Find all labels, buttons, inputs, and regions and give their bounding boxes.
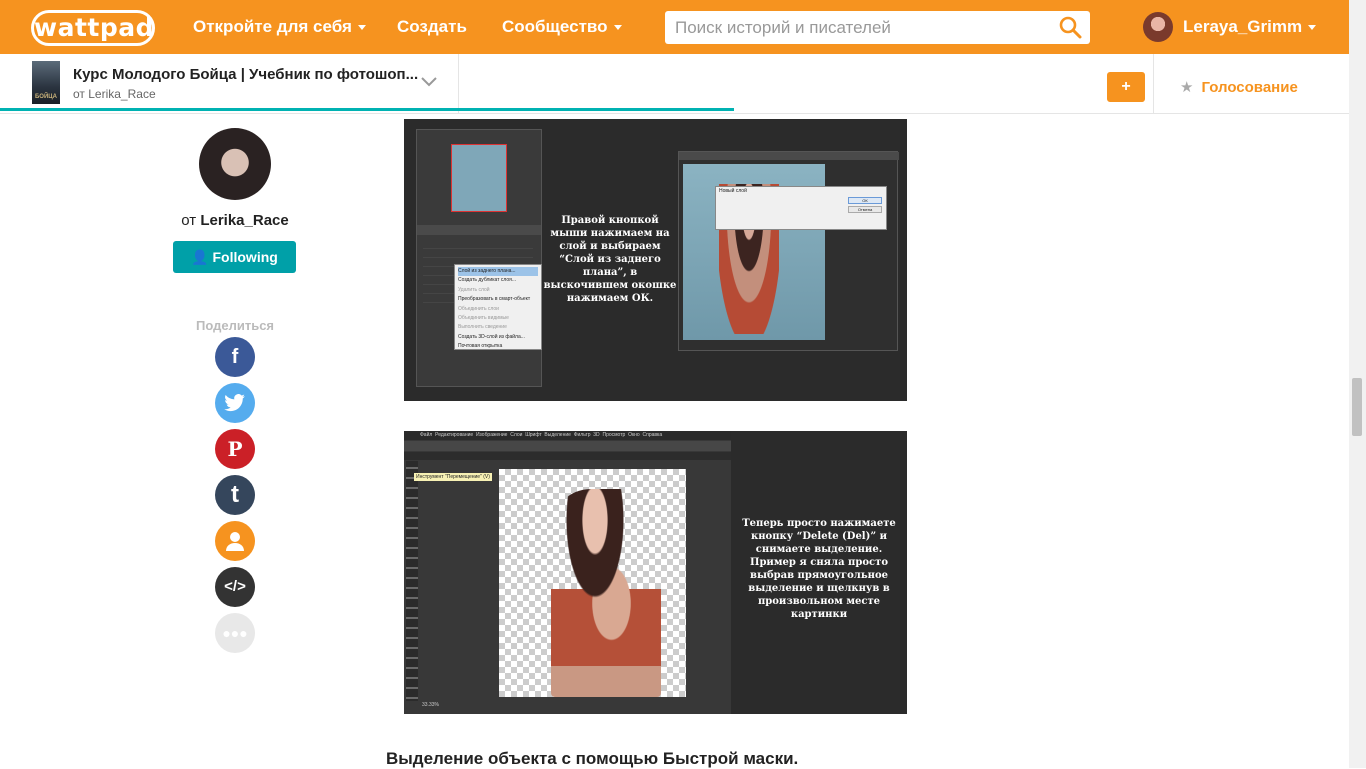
caption-1: Правой кнопкой мыши нажимаем на слой и в… <box>543 215 677 304</box>
navigator-thumbnail <box>451 144 507 212</box>
menu-item-3d[interactable]: Создать 3D-слой из файла... <box>458 333 538 342</box>
scrollbar-thumb[interactable] <box>1352 378 1362 436</box>
byline-prefix: от <box>181 212 197 229</box>
panel-tabs <box>417 225 541 235</box>
zoom-readout: 33.33% <box>422 702 439 708</box>
twitter-icon <box>224 394 245 412</box>
vote-button[interactable]: ★ Голосование <box>1180 78 1298 96</box>
menu-window[interactable]: Окно <box>628 432 640 438</box>
user-avatar[interactable] <box>1143 12 1173 42</box>
menu-item-merge[interactable]: Объединить слои <box>458 305 538 314</box>
author-name[interactable]: Lerika_Race <box>200 212 288 229</box>
more-share-button[interactable]: ●●● <box>215 613 255 653</box>
new-layer-dialog: Новый слой ОК Отмена <box>715 186 887 230</box>
pinterest-share-button[interactable]: P <box>215 429 255 469</box>
menu-item-duplicate[interactable]: Создать дубликат слоя... <box>458 276 538 285</box>
story-title[interactable]: Курс Молодого Бойца | Учебник по фотошоп… <box>73 66 418 83</box>
person-icon <box>226 532 244 551</box>
menu-item-merge-visible[interactable]: Объединить видимые <box>458 314 538 323</box>
code-icon: </> <box>224 578 246 595</box>
dialog-title: Новый слой <box>719 188 747 194</box>
facebook-share-button[interactable]: f <box>215 337 255 377</box>
wattpad-logo[interactable]: wattpad <box>31 10 155 46</box>
reading-progress-bar <box>0 108 734 111</box>
tumblr-share-button[interactable]: t <box>215 475 255 515</box>
dialog-cancel-button[interactable]: Отмена <box>848 206 882 213</box>
story-author[interactable]: от Lerika_Race <box>73 87 156 101</box>
author-avatar[interactable] <box>199 128 271 200</box>
menu-3d[interactable]: 3D <box>593 432 599 438</box>
menu-item-smart-object[interactable]: Преобразовать в смарт-объект <box>458 295 538 304</box>
menu-view[interactable]: Просмотр <box>602 432 625 438</box>
story-header: БОЙЦА Курс Молодого Бойца | Учебник по ф… <box>0 54 1349 114</box>
tutorial-image-1: Слой из заднего плана... Создать дублика… <box>404 119 907 401</box>
user-follow-icon: 👤 <box>191 249 209 265</box>
cover-text: БОЙЦА <box>34 94 57 100</box>
vote-label: Голосование <box>1201 79 1298 96</box>
menu-layers[interactable]: Слои <box>510 432 522 438</box>
star-icon: ★ <box>1180 79 1194 96</box>
photoshop-canvas-1: Новый слой ОК Отмена <box>678 151 899 351</box>
nav-community-label: Сообщество <box>502 17 608 36</box>
menu-item-background[interactable]: Слой из заднего плана... <box>458 267 538 277</box>
ps-options-bar <box>404 441 731 451</box>
share-label: Поделиться <box>195 318 275 333</box>
menu-filter[interactable]: Фильтр <box>574 432 591 438</box>
menu-item-delete[interactable]: Удалить слой <box>458 286 538 295</box>
nav-discover-label: Откройте для себя <box>193 17 352 36</box>
profile-share-button[interactable] <box>215 521 255 561</box>
author-byline: от Lerika_Race <box>0 212 470 229</box>
section-heading: Выделение объекта с помощью Быстрой маск… <box>386 749 799 768</box>
dialog-ok-button[interactable]: ОК <box>848 197 882 204</box>
chevron-down-icon <box>1308 25 1317 31</box>
top-navbar: wattpad Откройте для себя Создать Сообще… <box>0 0 1349 54</box>
story-cover[interactable]: БОЙЦА <box>32 61 60 104</box>
menu-file[interactable]: Файл <box>420 432 432 438</box>
menu-help[interactable]: Справка <box>643 432 663 438</box>
layer-context-menu: Слой из заднего плана... Создать дублика… <box>454 264 542 350</box>
chevron-down-icon[interactable] <box>420 76 438 88</box>
menu-select[interactable]: Выделение <box>544 432 571 438</box>
user-menu[interactable]: Leraya_Grimm <box>1183 17 1317 37</box>
transparent-canvas <box>499 469 686 697</box>
following-label: Following <box>212 249 278 265</box>
chevron-down-icon <box>613 25 622 31</box>
ps-menubar: Файл Редактирование Изображение Слои Шри… <box>404 431 731 440</box>
photoshop-window-2: Файл Редактирование Изображение Слои Шри… <box>404 431 731 714</box>
cutout-model <box>551 489 661 697</box>
menu-edit[interactable]: Редактирование <box>435 432 473 438</box>
menu-item-flatten[interactable]: Выполнить сведение <box>458 323 538 332</box>
username-label: Leraya_Grimm <box>1183 17 1303 36</box>
nav-community[interactable]: Сообщество <box>502 17 622 37</box>
tutorial-image-2: Файл Редактирование Изображение Слои Шри… <box>404 431 907 714</box>
move-tool-tooltip: Инструмент "Перемещение" (V) <box>414 473 492 481</box>
search-input[interactable] <box>675 16 1045 39</box>
add-to-list-button[interactable]: + <box>1107 72 1145 102</box>
menu-image[interactable]: Изображение <box>476 432 508 438</box>
search-icon[interactable] <box>1058 15 1083 40</box>
pinterest-icon: P <box>227 437 243 461</box>
facebook-icon: f <box>231 346 239 368</box>
menu-item-postcard[interactable]: Почтовая открытка <box>458 342 538 351</box>
tumblr-icon: t <box>231 481 239 508</box>
more-icon: ●●● <box>222 625 248 641</box>
nav-create-label: Создать <box>397 17 467 36</box>
divider <box>458 54 459 114</box>
twitter-share-button[interactable] <box>215 383 255 423</box>
ps-toolbar <box>406 461 418 701</box>
nav-discover[interactable]: Откройте для себя <box>193 17 366 37</box>
caption-2: Теперь просто нажимаете кнопку “Delete (… <box>742 518 896 620</box>
embed-share-button[interactable]: </> <box>215 567 255 607</box>
document-tabs <box>679 152 899 160</box>
ps-doc-tabs <box>404 452 731 460</box>
divider <box>1153 54 1154 114</box>
search-box <box>665 11 1090 44</box>
menu-type[interactable]: Шрифт <box>525 432 541 438</box>
chevron-down-icon <box>357 25 366 31</box>
following-button[interactable]: 👤 Following <box>173 241 296 273</box>
nav-create[interactable]: Создать <box>397 17 467 37</box>
